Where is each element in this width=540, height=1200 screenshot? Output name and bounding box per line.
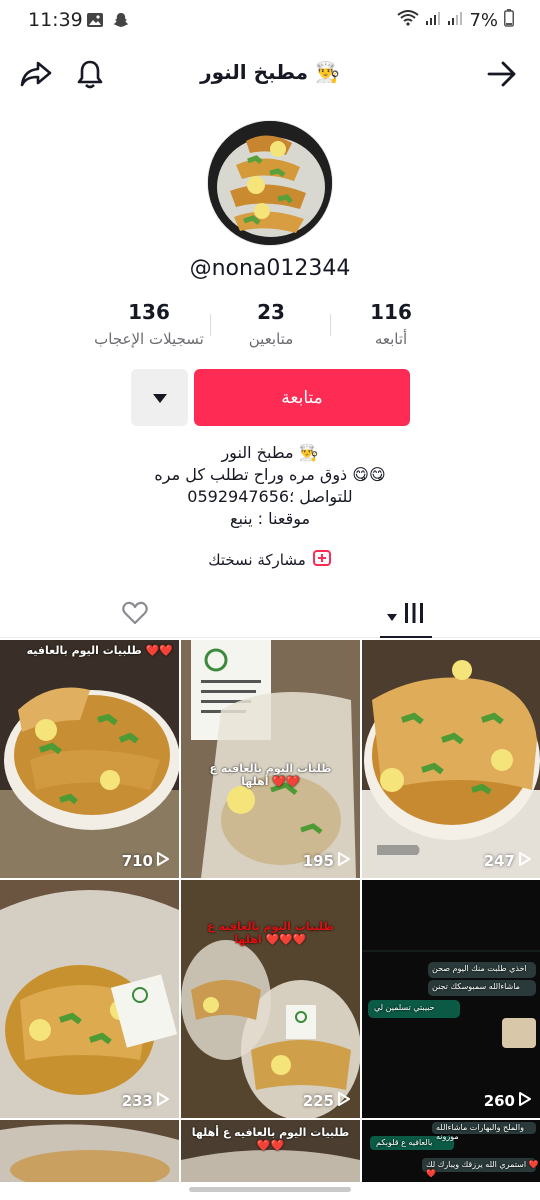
avatar[interactable] [207,120,333,246]
video-thumbnail[interactable]: 710 طلبيات اليوم بالعافيه ❤️❤️ [0,640,179,878]
stat-likes-value: 136 [128,300,170,324]
bio-line: مطبخ النور 👨‍🍳 [221,443,319,462]
play-icon [338,1092,350,1110]
video-grid: 710 طلبيات اليوم بالعافيه ❤️❤️ 195 طلبات… [0,640,540,1182]
video-thumbnail[interactable]: طلبيات اليوم بالعافيه ع أهلها ❤️❤️ [181,1120,360,1182]
play-icon [338,852,350,870]
video-thumbnail[interactable]: 233 [0,880,179,1118]
grid-icon [403,602,425,628]
view-count-value: 260 [483,1092,515,1110]
page-title: مطبخ النور 👨‍🍳 [200,60,340,84]
view-count: 233 [122,1092,169,1110]
bio-line: موقعنا : ينبع [229,509,311,528]
bio-line: للتواصل ؛0592947656 [187,487,353,506]
share-copy-link[interactable]: مشاركة نسختك [0,548,540,572]
status-bar: 11:39 7% [0,0,540,42]
chat-message: والملح والبهارات ماشاءالله موزونه [436,1123,524,1141]
battery-icon [504,9,514,32]
wifi-icon [397,10,420,31]
battery-percent: 7% [469,10,498,31]
more-options-button[interactable] [131,369,188,426]
username: @nona012344 [189,256,351,281]
view-count-value: 225 [302,1092,334,1110]
video-thumbnail[interactable]: والملح والبهارات ماشاءالله موزونه بالعاف… [362,1120,540,1182]
view-count-value: 195 [302,852,334,870]
view-count: 225 [303,1092,350,1110]
bio: مطبخ النور 👨‍🍳 ذوق مره وراح تطلب كل مره … [0,442,540,530]
back-arrow-icon[interactable] [484,56,520,92]
bio-line: ذوق مره وراح تطلب كل مره 😋😋 [154,465,386,484]
heart-icon [122,601,148,629]
tab-liked[interactable] [85,592,185,638]
play-icon [157,852,169,870]
play-icon [157,1092,169,1110]
content-tabs [0,592,540,638]
stats-row: 116 أتابعه 23 متابعين 136 تسجيلات الإعجا… [0,300,540,356]
chat-message: حبيبتي تسلمين لي [374,1003,435,1012]
signal-icon-2 [447,10,463,31]
video-caption: طلبات اليوم بالعافيه ع أهلها ❤️❤️ [209,762,332,788]
stat-likes-label: تسجيلات الإعجاب [94,330,204,348]
video-caption: طلبيات اليوم بالعافيه ع أهلها ❤️❤️ [191,1126,350,1152]
video-caption: طلبيات اليوم بالعافيه ع اهلها ❤️❤️❤️ [207,920,334,946]
chat-message: بالعافيه ع قلوبكم [376,1138,433,1147]
tab-videos[interactable] [356,592,456,638]
caret-down-icon [152,388,167,407]
play-icon [519,1092,531,1110]
home-indicator[interactable] [189,1187,351,1192]
view-count-value: 247 [483,852,515,870]
play-icon [519,852,531,870]
plus-square-icon [312,548,332,572]
signal-icon [425,10,441,31]
follow-button[interactable]: متابعة [194,369,410,426]
view-count: 195 [303,852,350,870]
video-thumbnail[interactable] [0,1120,179,1182]
video-caption: طلبيات اليوم بالعافيه ❤️❤️ [26,644,173,657]
video-thumbnail[interactable]: اخذي طلبت منك اليوم صحن ماشاءالله سمبوسك… [362,880,540,1118]
video-thumbnail[interactable]: 195 طلبات اليوم بالعافيه ع أهلها ❤️❤️ [181,640,360,878]
chat-message: ماشاءالله سمبوسكك تجنن [432,982,520,991]
chat-message: اخذي طلبت منك اليوم صحن [432,964,527,973]
snapchat-icon [112,11,130,33]
profile-header: مطبخ النور 👨‍🍳 [0,50,540,98]
view-count-value: 710 [121,852,153,870]
view-count-value: 233 [121,1092,153,1110]
video-thumbnail[interactable]: 225 طلبيات اليوم بالعافيه ع اهلها ❤️❤️❤️ [181,880,360,1118]
video-thumbnail[interactable]: 247 [362,640,540,878]
view-count: 710 [122,852,169,870]
caret-down-icon [387,606,397,625]
status-time: 11:39 [28,9,83,31]
gallery-icon [86,11,104,33]
share-copy-label: مشاركة نسختك [208,551,306,569]
stat-likes[interactable]: 136 تسجيلات الإعجاب [74,300,224,348]
chat-message: استمري الله يرزقك ويبارك لك ❤️❤️ [426,1160,539,1178]
view-count: 247 [484,852,531,870]
view-count: 260 [484,1092,531,1110]
tab-indicator [380,636,432,638]
